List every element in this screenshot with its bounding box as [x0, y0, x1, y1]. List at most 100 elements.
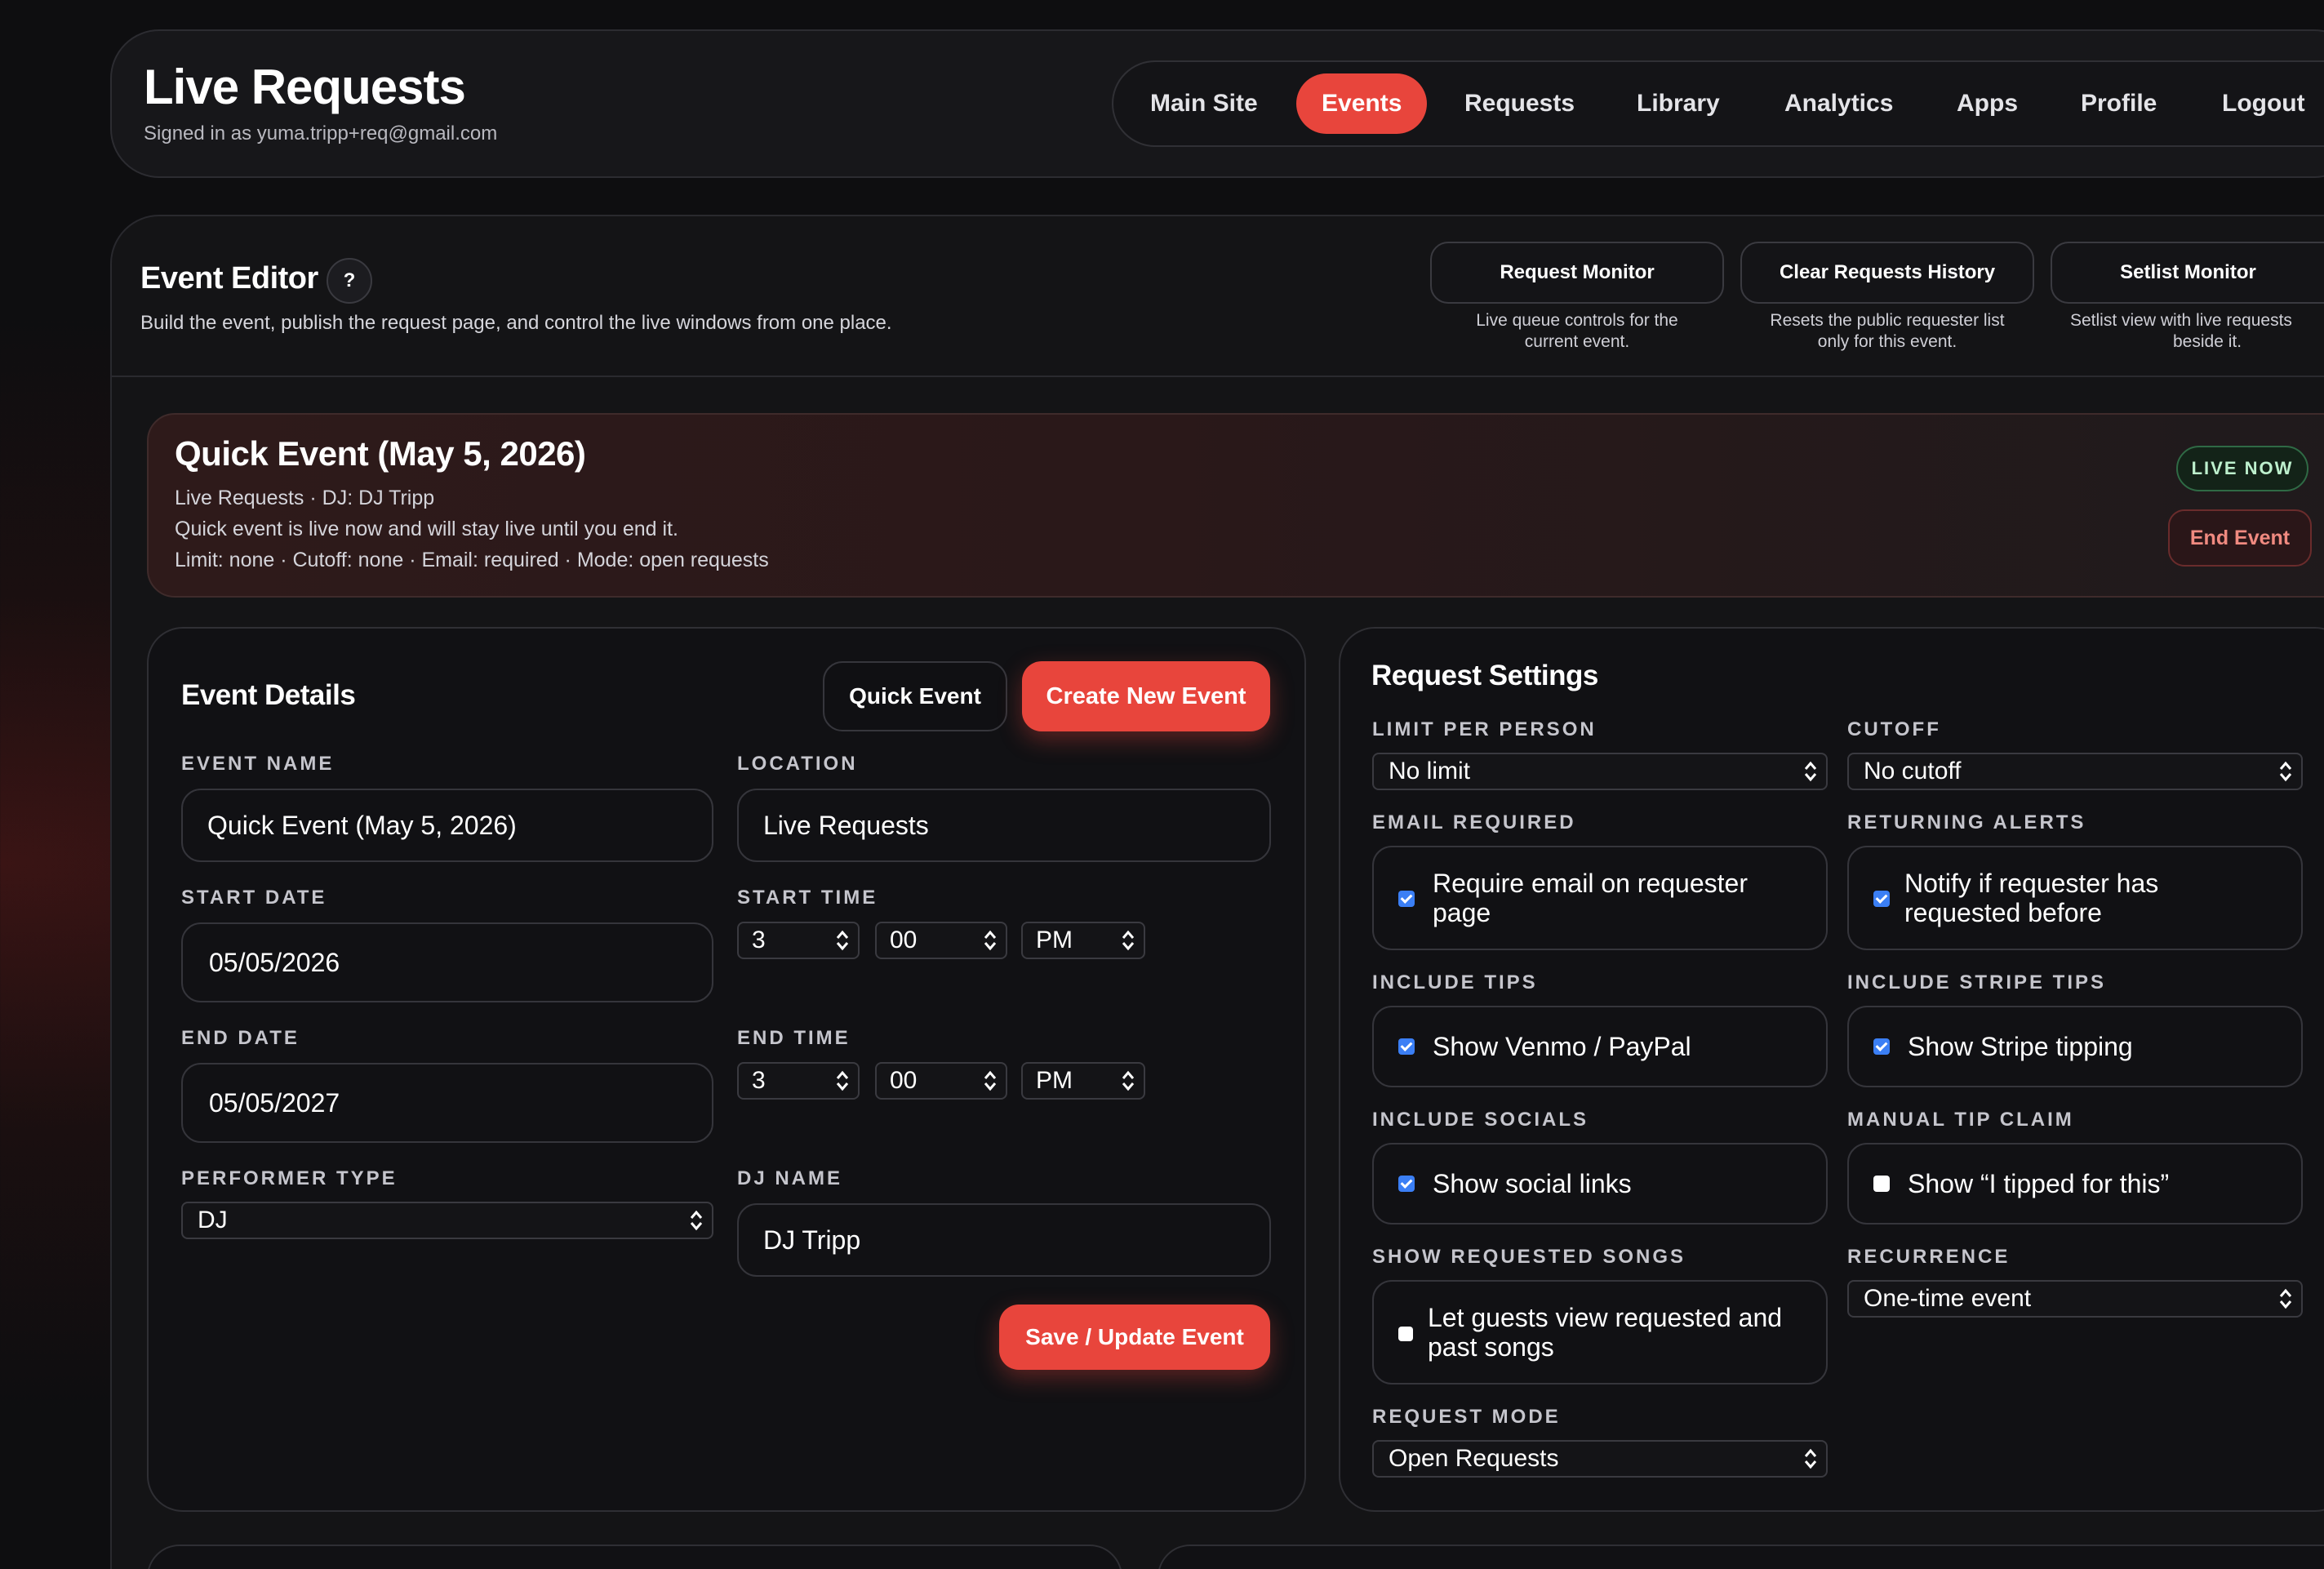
- nav-library[interactable]: Library: [1611, 73, 1745, 134]
- include-stripe-tips-checkbox[interactable]: [1873, 1038, 1890, 1055]
- event-name-input[interactable]: Quick Event (May 5, 2026): [181, 789, 713, 862]
- show-requested-songs-option[interactable]: Let guests view requested and past songs: [1372, 1280, 1828, 1385]
- updown-icon: [690, 1210, 703, 1231]
- app-title: Live Requests: [144, 60, 466, 114]
- dj-name-input[interactable]: DJ Tripp: [737, 1203, 1271, 1277]
- create-new-event-button[interactable]: Create New Event: [1022, 661, 1270, 731]
- recurrence-select[interactable]: One-time event: [1847, 1280, 2303, 1318]
- performer-type-value: DJ: [198, 1207, 228, 1233]
- email-required-checkbox[interactable]: [1398, 891, 1415, 907]
- updown-icon: [2279, 1288, 2292, 1309]
- include-socials-checkbox[interactable]: [1398, 1176, 1415, 1192]
- desc-line: Resets the public requester list: [1770, 311, 2005, 330]
- event-details-title: Event Details: [181, 679, 356, 711]
- request-settings-title: Request Settings: [1371, 660, 1598, 691]
- recurrence-value: One-time event: [1864, 1285, 2032, 1312]
- end-ampm-select[interactable]: PM: [1021, 1062, 1145, 1100]
- live-event-status: Quick event is live now and will stay li…: [175, 518, 678, 540]
- include-tips-label: INCLUDE TIPS: [1372, 971, 1538, 993]
- include-tips-text: Show Venmo / PayPal: [1433, 1032, 1691, 1061]
- returning-alerts-text: Notify if requester has requested before: [1904, 869, 2159, 927]
- nav-profile[interactable]: Profile: [2055, 73, 2182, 134]
- setlist-monitor-description: Setlist view with live requests beside i…: [2051, 310, 2324, 353]
- updown-icon: [1804, 761, 1817, 782]
- help-button[interactable]: ?: [327, 258, 372, 304]
- include-stripe-tips-label: INCLUDE STRIPE TIPS: [1847, 971, 2107, 993]
- updown-icon: [984, 1070, 997, 1091]
- start-hour-value: 3: [752, 927, 766, 953]
- include-socials-text: Show social links: [1433, 1169, 1632, 1198]
- cutoff-label: CUTOFF: [1847, 718, 1941, 740]
- start-hour-select[interactable]: 3: [737, 922, 860, 959]
- clear-requests-history-button[interactable]: Clear Requests History: [1740, 242, 2034, 304]
- updown-icon: [836, 1070, 849, 1091]
- show-requested-songs-text: Let guests view requested and past songs: [1428, 1303, 1783, 1362]
- nav-analytics[interactable]: Analytics: [1759, 73, 1918, 134]
- save-update-event-button[interactable]: Save / Update Event: [999, 1305, 1270, 1370]
- include-socials-label: INCLUDE SOCIALS: [1372, 1109, 1589, 1131]
- include-tips-option[interactable]: Show Venmo / PayPal: [1372, 1006, 1828, 1087]
- page-subtitle: Build the event, publish the request pag…: [140, 312, 892, 334]
- setlist-monitor-button[interactable]: Setlist Monitor: [2051, 242, 2324, 304]
- updown-icon: [1122, 930, 1135, 951]
- start-ampm-select[interactable]: PM: [1021, 922, 1145, 959]
- location-input[interactable]: Live Requests: [737, 789, 1271, 862]
- start-minute-select[interactable]: 00: [875, 922, 1007, 959]
- returning-alerts-checkbox[interactable]: [1873, 891, 1890, 907]
- signed-in-text: Signed in as yuma.tripp+req@gmail.com: [144, 122, 498, 144]
- nav-main-site[interactable]: Main Site: [1125, 73, 1283, 134]
- live-event-meta: Live Requests · DJ: DJ Tripp: [175, 487, 435, 509]
- start-date-label: START DATE: [181, 887, 327, 909]
- desc-line: beside it.: [2173, 332, 2242, 351]
- end-date-input[interactable]: 05/05/2027: [181, 1063, 713, 1143]
- updown-icon: [984, 930, 997, 951]
- live-event-settings-summary: Limit: none · Cutoff: none · Email: requ…: [175, 549, 769, 571]
- start-date-input[interactable]: 05/05/2026: [181, 922, 713, 1002]
- manual-tip-claim-label: MANUAL TIP CLAIM: [1847, 1109, 2074, 1131]
- include-stripe-tips-text: Show Stripe tipping: [1908, 1032, 2133, 1061]
- nav-logout[interactable]: Logout: [2197, 73, 2324, 134]
- include-socials-option[interactable]: Show social links: [1372, 1143, 1828, 1225]
- end-minute-select[interactable]: 00: [875, 1062, 1007, 1100]
- end-hour-select[interactable]: 3: [737, 1062, 860, 1100]
- performer-type-select[interactable]: DJ: [181, 1202, 713, 1239]
- location-label: LOCATION: [737, 753, 858, 775]
- limit-per-person-select[interactable]: No limit: [1372, 753, 1828, 790]
- manual-tip-claim-text: Show “I tipped for this”: [1908, 1169, 2170, 1198]
- show-requested-songs-label: SHOW REQUESTED SONGS: [1372, 1246, 1686, 1268]
- end-time-label: END TIME: [737, 1027, 851, 1049]
- nav-requests[interactable]: Requests: [1439, 73, 1600, 134]
- manual-tip-claim-checkbox[interactable]: [1873, 1176, 1890, 1192]
- end-event-button[interactable]: End Event: [2168, 509, 2312, 567]
- end-minute-value: 00: [890, 1067, 918, 1094]
- include-tips-checkbox[interactable]: [1398, 1038, 1415, 1055]
- desc-line: only for this event.: [1817, 332, 1957, 351]
- show-requested-songs-checkbox[interactable]: [1398, 1327, 1413, 1341]
- dj-name-label: DJ NAME: [737, 1167, 843, 1189]
- returning-alerts-label: RETURNING ALERTS: [1847, 811, 2086, 833]
- updown-icon: [2279, 761, 2292, 782]
- limit-per-person-label: LIMIT PER PERSON: [1372, 718, 1597, 740]
- email-required-option[interactable]: Require email on requester page: [1372, 846, 1828, 950]
- start-time-label: START TIME: [737, 887, 878, 909]
- include-stripe-tips-option[interactable]: Show Stripe tipping: [1847, 1006, 2303, 1087]
- request-mode-select[interactable]: Open Requests: [1372, 1440, 1828, 1478]
- limit-per-person-value: No limit: [1389, 758, 1471, 784]
- email-required-text: Require email on requester page: [1433, 869, 1748, 927]
- nav-apps[interactable]: Apps: [1931, 73, 2043, 134]
- recurrence-label: RECURRENCE: [1847, 1246, 2011, 1268]
- returning-alerts-option[interactable]: Notify if requester has requested before: [1847, 846, 2303, 950]
- quick-event-button[interactable]: Quick Event: [823, 661, 1007, 731]
- manual-tip-claim-option[interactable]: Show “I tipped for this”: [1847, 1143, 2303, 1225]
- updown-icon: [1122, 1070, 1135, 1091]
- cutoff-select[interactable]: No cutoff: [1847, 753, 2303, 790]
- request-monitor-button[interactable]: Request Monitor: [1430, 242, 1724, 304]
- cutoff-value: No cutoff: [1864, 758, 1962, 784]
- next-card-right: [1158, 1545, 2324, 1569]
- start-ampm-value: PM: [1036, 927, 1073, 953]
- end-ampm-value: PM: [1036, 1067, 1073, 1094]
- nav-events[interactable]: Events: [1296, 73, 1428, 134]
- request-mode-label: REQUEST MODE: [1372, 1406, 1561, 1428]
- desc-line: Setlist view with live requests: [2070, 311, 2292, 330]
- end-date-label: END DATE: [181, 1027, 300, 1049]
